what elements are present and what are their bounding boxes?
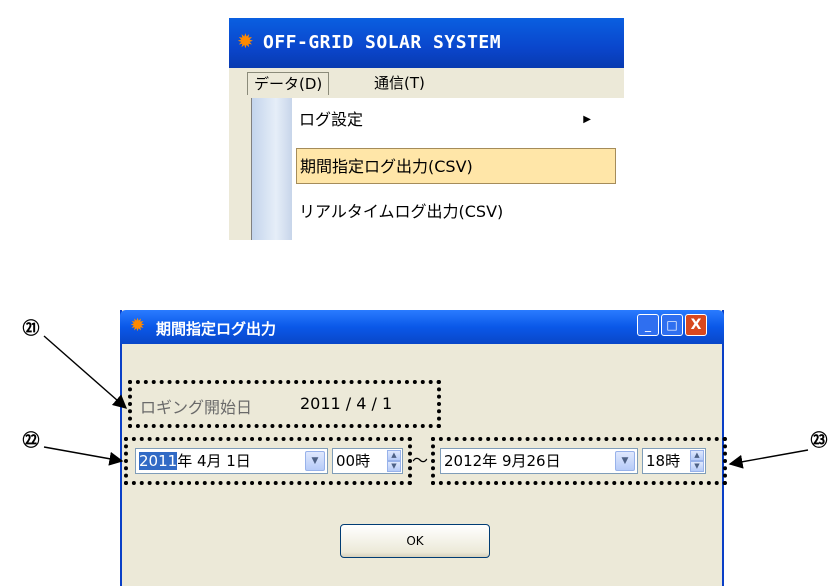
arrow-21: [43, 335, 128, 409]
arrow-22: [43, 446, 124, 466]
callout-23: ㉓: [810, 431, 828, 451]
annotation-arrows: [43, 335, 809, 469]
arrow-23: [728, 449, 809, 469]
callout-21: ㉑: [22, 319, 40, 339]
callout-22: ㉒: [22, 431, 40, 451]
